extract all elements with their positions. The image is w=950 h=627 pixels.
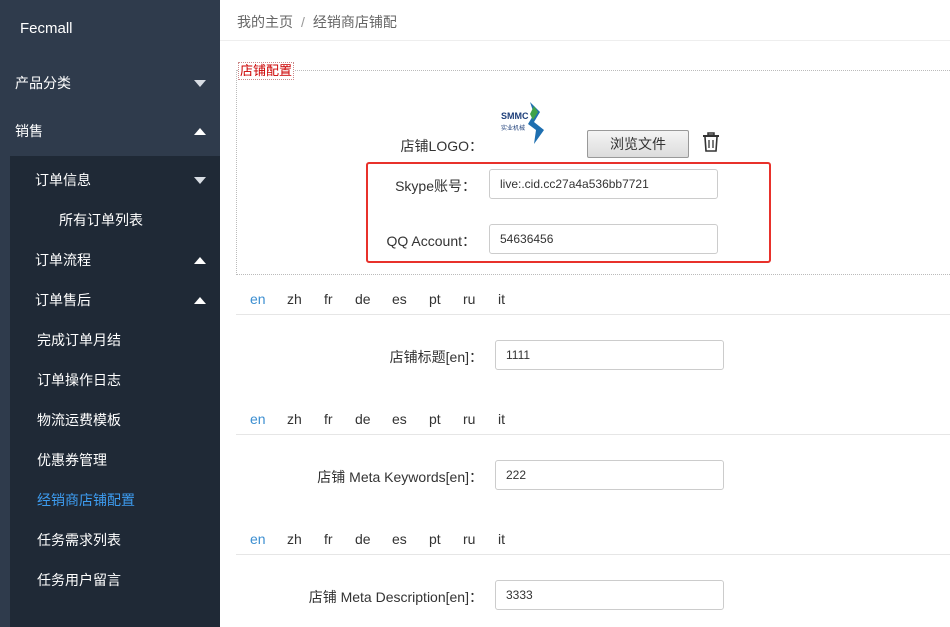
chevron-up-icon — [194, 127, 206, 135]
meta-keywords-label: 店铺 Meta Keywords[en]： — [317, 469, 483, 485]
store-logo-image: SMMC 实业机械 — [501, 102, 544, 144]
tab-fr[interactable]: fr — [324, 411, 333, 427]
trash-icon[interactable] — [702, 132, 720, 152]
sidebar-item-task-list[interactable]: 任务需求列表 — [10, 520, 220, 560]
sidebar-item-label: 优惠券管理 — [37, 452, 107, 468]
tab-de[interactable]: de — [355, 291, 371, 307]
tab-de[interactable]: de — [355, 411, 371, 427]
sidebar-item-label: 所有订单列表 — [59, 212, 143, 228]
chevron-down-icon — [194, 79, 206, 87]
tab-zh[interactable]: zh — [287, 291, 302, 307]
sidebar-item-label: 订单操作日志 — [37, 372, 121, 388]
sidebar: Fecmall 产品分类 销售 订单信息 所有订单列表 订单流程 订单售后 完成… — [0, 0, 220, 627]
language-tabs-title: en zh fr de es pt ru it — [236, 285, 950, 315]
sidebar-item-label: 任务用户留言 — [37, 572, 121, 588]
sidebar-item-order-log[interactable]: 订单操作日志 — [10, 360, 220, 400]
chevron-up-icon — [194, 296, 206, 304]
tab-ru[interactable]: ru — [463, 531, 475, 547]
tab-zh[interactable]: zh — [287, 411, 302, 427]
tab-es[interactable]: es — [392, 411, 407, 427]
tab-it[interactable]: it — [498, 291, 505, 307]
header-divider — [220, 40, 950, 41]
sidebar-item-order-flow[interactable]: 订单流程 — [10, 240, 220, 280]
tab-pt[interactable]: pt — [429, 411, 441, 427]
tab-it[interactable]: it — [498, 531, 505, 547]
qq-input[interactable]: 54636456 — [489, 224, 718, 254]
skype-label: Skype账号： — [395, 178, 476, 194]
sidebar-item-label: 销售 — [15, 123, 43, 139]
sidebar-item-monthly-settlement[interactable]: 完成订单月结 — [10, 320, 220, 360]
tab-es[interactable]: es — [392, 531, 407, 547]
sidebar-item-shipping-template[interactable]: 物流运费模板 — [10, 400, 220, 440]
tab-it[interactable]: it — [498, 411, 505, 427]
sidebar-item-product-category[interactable]: 产品分类 — [0, 59, 220, 107]
tab-pt[interactable]: pt — [429, 531, 441, 547]
logo-text: SMMC — [501, 111, 529, 121]
browse-file-button[interactable]: 浏览文件 — [587, 130, 689, 158]
tab-ru[interactable]: ru — [463, 411, 475, 427]
meta-description-label: 店铺 Meta Description[en]： — [308, 589, 483, 605]
store-title-label: 店铺标题[en]： — [389, 349, 483, 365]
store-title-input[interactable]: 1111 — [495, 340, 724, 370]
sidebar-item-dealer-store-config[interactable]: 经销商店铺配置 — [10, 480, 220, 520]
chevron-up-icon — [194, 256, 206, 264]
tab-zh[interactable]: zh — [287, 531, 302, 547]
breadcrumb-current: 经销商店铺配 — [312, 14, 397, 30]
store-config-legend: 店铺配置 — [238, 62, 295, 80]
tab-ru[interactable]: ru — [463, 291, 475, 307]
breadcrumb-separator: / — [301, 14, 305, 30]
sidebar-item-label: 订单流程 — [35, 252, 91, 268]
language-tabs-description: en zh fr de es pt ru it — [236, 525, 950, 555]
brand-logo-text: Fecmall — [20, 20, 73, 37]
sidebar-item-order-info[interactable]: 订单信息 — [10, 160, 220, 200]
skype-input[interactable]: live:.cid.cc27a4a536bb7721 — [489, 169, 718, 199]
sidebar-item-label: 订单售后 — [35, 292, 91, 308]
logo-label: 店铺LOGO： — [400, 138, 483, 154]
language-tabs-keywords: en zh fr de es pt ru it — [236, 405, 950, 435]
sidebar-item-label: 产品分类 — [15, 75, 71, 91]
sidebar-item-task-messages[interactable]: 任务用户留言 — [10, 560, 220, 600]
sidebar-item-coupons[interactable]: 优惠券管理 — [10, 440, 220, 480]
tab-en[interactable]: en — [250, 531, 266, 547]
sidebar-item-label: 完成订单月结 — [37, 332, 121, 348]
meta-description-input[interactable]: 3333 — [495, 580, 724, 610]
qq-label: QQ Account： — [386, 233, 476, 249]
tab-es[interactable]: es — [392, 291, 407, 307]
tab-pt[interactable]: pt — [429, 291, 441, 307]
tab-fr[interactable]: fr — [324, 531, 333, 547]
breadcrumb-home[interactable]: 我的主页 — [237, 14, 293, 30]
meta-keywords-input[interactable]: 222 — [495, 460, 724, 490]
sidebar-item-all-orders[interactable]: 所有订单列表 — [10, 200, 220, 240]
sales-submenu: 订单信息 所有订单列表 订单流程 订单售后 完成订单月结 订单操作日志 物流运费… — [10, 156, 220, 627]
tab-en[interactable]: en — [250, 411, 266, 427]
sidebar-item-label: 物流运费模板 — [37, 412, 121, 428]
logo-subtext: 实业机械 — [501, 124, 525, 132]
tab-fr[interactable]: fr — [324, 291, 333, 307]
sidebar-item-sales[interactable]: 销售 — [0, 107, 220, 155]
chevron-down-icon — [194, 176, 206, 184]
sidebar-item-label: 任务需求列表 — [37, 532, 121, 548]
sidebar-item-label: 订单信息 — [35, 172, 91, 188]
sidebar-item-label: 经销商店铺配置 — [37, 492, 135, 508]
tab-en[interactable]: en — [250, 291, 266, 307]
breadcrumb: 我的主页 / 经销商店铺配 — [237, 12, 397, 32]
sidebar-item-after-sales[interactable]: 订单售后 — [10, 280, 220, 320]
tab-de[interactable]: de — [355, 531, 371, 547]
